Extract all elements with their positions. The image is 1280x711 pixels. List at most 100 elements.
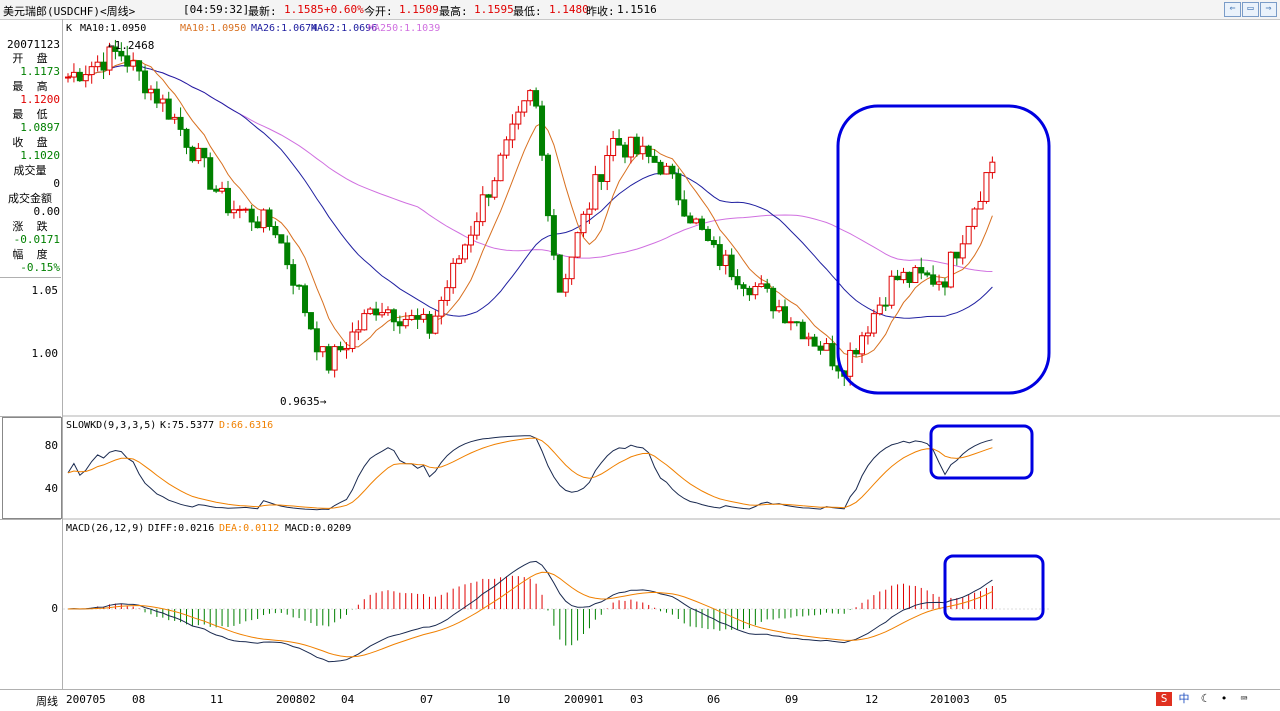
max-annotation: ←1.2468 <box>108 39 154 52</box>
info-volume: 0 <box>53 177 60 190</box>
candle <box>663 163 670 175</box>
ime-moon-icon[interactable]: ☾ <box>1196 692 1212 706</box>
chart-area[interactable]: K MA10:1.0950 MA10:1.0950 MA26:1.0674 MA… <box>63 19 1280 689</box>
ime-dot-icon[interactable]: • <box>1216 692 1232 706</box>
time-tick: 200901 <box>564 693 604 706</box>
macd-panel <box>67 560 993 663</box>
ime-lang-icon[interactable]: 中 <box>1176 692 1192 706</box>
candle <box>912 265 919 283</box>
candle <box>272 221 279 239</box>
candle <box>746 285 753 301</box>
legend-ma250: MA250:1.1039 <box>368 23 440 34</box>
low-label: 最低: <box>513 5 542 18</box>
candle <box>793 321 800 327</box>
candle <box>728 248 735 281</box>
candle <box>550 208 557 261</box>
candle <box>627 136 634 164</box>
candle <box>224 180 231 216</box>
candle <box>473 212 480 240</box>
candle <box>799 319 806 340</box>
candle <box>373 301 380 321</box>
candle <box>171 113 178 124</box>
macd-tick-0: 0 <box>51 602 58 615</box>
highlight-box-kd <box>929 424 1034 480</box>
candle <box>296 284 303 290</box>
candle <box>918 257 925 280</box>
next-window-icon[interactable]: ⇒ <box>1260 2 1277 17</box>
info-volume-label: 成交量 <box>13 164 47 177</box>
candle <box>302 283 309 317</box>
info-amount: 0.00 <box>33 205 61 218</box>
ime-logo-icon[interactable]: S <box>1156 692 1172 706</box>
candle <box>82 65 89 88</box>
candle <box>900 267 907 284</box>
price-tick-1: 1.05 <box>31 284 59 297</box>
candle <box>675 168 682 206</box>
macd-diff: DIFF:0.0216 <box>148 523 214 534</box>
time-axis-label: 周线 <box>36 695 58 708</box>
candle <box>539 100 546 161</box>
candle <box>479 186 486 227</box>
candle <box>408 309 415 321</box>
candle <box>94 55 101 72</box>
candle <box>870 309 877 337</box>
candle <box>147 85 154 101</box>
time-axis: 周线 200705 08 11 200802 04 07 10 200901 03 06 09 12 2… <box>0 689 1280 711</box>
candle <box>888 270 895 309</box>
open-value: 1.1509 <box>399 3 439 16</box>
candle <box>307 312 314 331</box>
candle <box>230 200 237 219</box>
candlestick-series <box>65 39 996 387</box>
candle <box>776 299 783 313</box>
ime-keyboard-icon[interactable]: ⌨ <box>1236 692 1252 706</box>
price-tick-2: 1.00 <box>31 347 59 360</box>
candle <box>930 265 937 287</box>
info-panel: 20071123 开 盘 1.1173 最 高 1.1200 最 低 1.089… <box>0 19 63 689</box>
legend-ma26: MA26:1.0674 <box>251 23 317 34</box>
candle <box>367 306 374 315</box>
candle <box>562 273 569 297</box>
candle <box>544 153 551 222</box>
candle <box>710 236 717 248</box>
candle <box>414 308 421 330</box>
candle <box>509 114 516 149</box>
candle <box>989 156 996 179</box>
candle <box>758 275 765 288</box>
latest-label: 最新: <box>248 5 277 18</box>
candle <box>242 207 249 213</box>
candle <box>426 311 433 339</box>
candle <box>722 249 729 275</box>
candle <box>699 215 706 231</box>
prev-window-icon[interactable]: ⇐ <box>1224 2 1241 17</box>
candle <box>438 296 445 325</box>
candle <box>947 251 954 289</box>
candle <box>319 346 326 358</box>
candle <box>959 235 966 265</box>
macd-macd: MACD:0.0209 <box>285 523 351 534</box>
candle <box>361 309 368 331</box>
time-tick: 201003 <box>930 693 970 706</box>
time-tick: 200802 <box>276 693 316 706</box>
candle <box>965 225 972 245</box>
info-high: 1.1200 <box>20 93 60 106</box>
candle <box>177 107 184 137</box>
info-change-label: 涨 跌 <box>12 220 48 233</box>
maximize-icon[interactable]: ▭ <box>1242 2 1259 17</box>
low-value: 1.1480 <box>549 3 589 16</box>
time-tick: 03 <box>630 693 644 706</box>
legend-ma10-b: MA10:1.0950 <box>180 23 246 34</box>
candle <box>781 299 788 324</box>
candle <box>467 225 474 253</box>
kd-k-value: K:75.5377 <box>160 420 214 431</box>
info-date: 20071123 <box>7 38 60 51</box>
kd-d-value: D:66.6316 <box>219 420 273 431</box>
high-label: 最高: <box>439 5 468 18</box>
candle <box>278 234 285 244</box>
ime-toolbar[interactable]: S 中 ☾ • ⌨ <box>1152 692 1262 708</box>
candle <box>70 63 77 83</box>
candle <box>521 100 528 117</box>
candle <box>236 205 243 219</box>
candle <box>616 129 623 146</box>
candle <box>384 306 391 316</box>
time-tick: 05 <box>994 693 1008 706</box>
